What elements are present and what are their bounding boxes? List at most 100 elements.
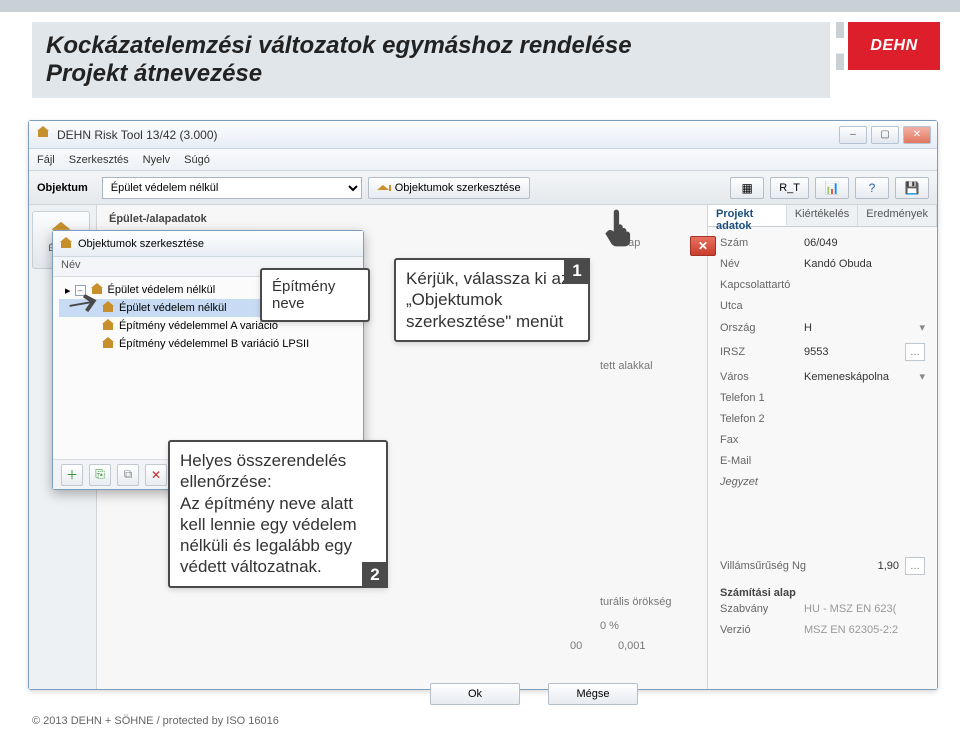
dehn-logo: DEHN [848, 22, 940, 70]
lbl-jegyzet: Jegyzet [720, 476, 798, 488]
app-title: DEHN Risk Tool 13/42 (3.000) [57, 128, 218, 142]
menu-bar: Fájl Szerkesztés Nyelv Súgó [29, 149, 937, 171]
lbl-nev: Név [720, 258, 798, 270]
help-icon: ? [864, 180, 880, 196]
ok-cancel-row: Ok Mégse [430, 683, 638, 705]
tree-item-label: Építmény védelemmel A variáció [119, 320, 278, 332]
right-tabs: Projekt adatok Kiértékelés Eredmények [708, 205, 937, 227]
pointer-hand-icon [61, 279, 112, 330]
lbl-kapcs: Kapcsolattartó [720, 279, 798, 291]
lbl-irsz: IRSZ [720, 346, 798, 358]
titlebar: DEHN Risk Tool 13/42 (3.000) – ▢ ✕ [29, 121, 937, 149]
lbl-orszag: Ország [720, 322, 798, 334]
close-button[interactable]: ✕ [903, 126, 931, 144]
save-button[interactable]: 💾 [895, 177, 929, 199]
delete-button[interactable]: ✕ [145, 464, 167, 486]
toolbar: Objektum Épület védelem nélkül Objektumo… [29, 171, 937, 205]
maximize-button[interactable]: ▢ [871, 126, 899, 144]
lbl-szam: Szám [720, 237, 798, 249]
help-button[interactable]: ? [855, 177, 889, 199]
val-orszag: H [804, 322, 913, 334]
lbl-szabvany: Szabvány [720, 603, 798, 615]
toggle-button-1[interactable]: ▦ [730, 177, 764, 199]
tree-row-child-3[interactable]: Építmény védelemmel B variáció LPSII [59, 335, 357, 353]
val-verzio: MSZ EN 62305-2:2 [804, 624, 925, 636]
menu-edit[interactable]: Szerkesztés [69, 154, 129, 166]
ok-button[interactable]: Ok [430, 683, 520, 705]
szamitasi-alap-title: Számítási alap [720, 587, 925, 599]
save-icon: 💾 [904, 180, 920, 196]
val-nev: Kandó Obuda [804, 258, 925, 270]
lbl-email: E-Mail [720, 455, 798, 467]
dialog-title-bar: Objektumok szerkesztése [53, 231, 363, 257]
val-szam: 06/049 [804, 237, 925, 249]
lbl-tel1: Telefon 1 [720, 392, 798, 404]
irsz-more-button[interactable]: … [905, 343, 925, 361]
menu-help[interactable]: Súgó [184, 154, 210, 166]
minimize-button[interactable]: – [839, 126, 867, 144]
house-icon [377, 182, 391, 194]
callout-2: Helyes összerendelés ellenőrzése: Az épí… [168, 440, 388, 588]
grid-icon: ▦ [739, 180, 755, 196]
footer-copyright: © 2013 DEHN + SÖHNE / protected by ISO 1… [32, 715, 279, 727]
objektum-label: Objektum [37, 182, 88, 194]
right-pane: Projekt adatok Kiértékelés Eredmények Sz… [707, 205, 937, 689]
chevron-down-icon[interactable]: ▾ [919, 370, 925, 383]
rt-label: R_T [779, 182, 800, 194]
lbl-varos: Város [720, 371, 798, 383]
callout-text: Építmény neve [272, 278, 335, 312]
chart-icon: 📊 [824, 180, 840, 196]
dialog-title: Objektumok szerkesztése [78, 238, 204, 250]
val-irsz: 9553 [804, 346, 899, 358]
chart-button[interactable]: 📊 [815, 177, 849, 199]
add-child-button[interactable]: ⎘ [89, 464, 111, 486]
slide-top-bar [0, 0, 960, 12]
callout-1: Kérjük, válassza ki az „Objektumok szerk… [394, 258, 590, 342]
dialog-close-button[interactable]: ✕ [690, 236, 716, 256]
add-button[interactable]: ＋ [61, 464, 83, 486]
rt-button[interactable]: R_T [770, 177, 809, 199]
ng-more-button[interactable]: … [905, 557, 925, 575]
app-icon [35, 127, 51, 143]
val00-text: 00 [570, 640, 582, 652]
tab-eredmenyek[interactable]: Eredmények [858, 205, 937, 226]
val-ng: 1,90 [836, 560, 899, 572]
pct-text: 0 % [600, 620, 619, 632]
val0001-text: 0,001 [618, 640, 646, 652]
val-varos: Kemeneskápolna [804, 371, 913, 383]
tree-item-label: Épület védelem nélkül [119, 302, 227, 314]
slide-title-line1: Kockázatelemzési változatok egymáshoz re… [46, 32, 632, 59]
lbl-fax: Fax [720, 434, 798, 446]
callout-epitmeny-neve: Építmény neve [260, 268, 370, 322]
turalis-text: turális örökség [600, 596, 672, 608]
tab-projekt-adatok[interactable]: Projekt adatok [708, 205, 787, 226]
callout-number: 2 [362, 562, 388, 588]
tree-item-label: Építmény védelemmel B variáció LPSII [119, 338, 309, 350]
callout-number: 1 [564, 258, 590, 284]
val-szabvany: HU - MSZ EN 623( [804, 603, 925, 615]
cancel-button[interactable]: Mégse [548, 683, 638, 705]
menu-file[interactable]: Fájl [37, 154, 55, 166]
tett-alakkal-text: tett alakkal [600, 360, 653, 372]
lbl-utca: Utca [720, 300, 798, 312]
pointer-hand-icon [598, 206, 642, 250]
window-controls: – ▢ ✕ [839, 126, 931, 144]
chevron-down-icon[interactable]: ▾ [919, 321, 925, 334]
edit-objects-button[interactable]: Objektumok szerkesztése [368, 177, 530, 199]
edit-objects-label: Objektumok szerkesztése [395, 182, 521, 194]
tab-kiertekeles[interactable]: Kiértékelés [787, 205, 858, 226]
menu-lang[interactable]: Nyelv [143, 154, 171, 166]
objektum-select[interactable]: Épület védelem nélkül [102, 177, 362, 199]
dialog-icon [59, 238, 73, 250]
callout-text: Kérjük, válassza ki az „Objektumok szerk… [406, 269, 569, 331]
project-form: Szám 06/049 Név Kandó Obuda Kapcsolattartó… [708, 227, 937, 689]
tree-item-label: Épület védelem nélkül [108, 284, 216, 296]
slide-title: Kockázatelemzési változatok egymáshoz re… [32, 22, 830, 98]
copy-button[interactable]: ⧉ [117, 464, 139, 486]
house-icon [101, 338, 115, 350]
lbl-verzio: Verzió [720, 624, 798, 636]
lbl-tel2: Telefon 2 [720, 413, 798, 425]
callout-text: Helyes összerendelés ellenőrzése: Az épí… [180, 451, 357, 576]
slide-title-line2: Projekt átnevezése [46, 60, 262, 87]
lbl-ng: Villámsűrűség Ng [720, 560, 830, 572]
